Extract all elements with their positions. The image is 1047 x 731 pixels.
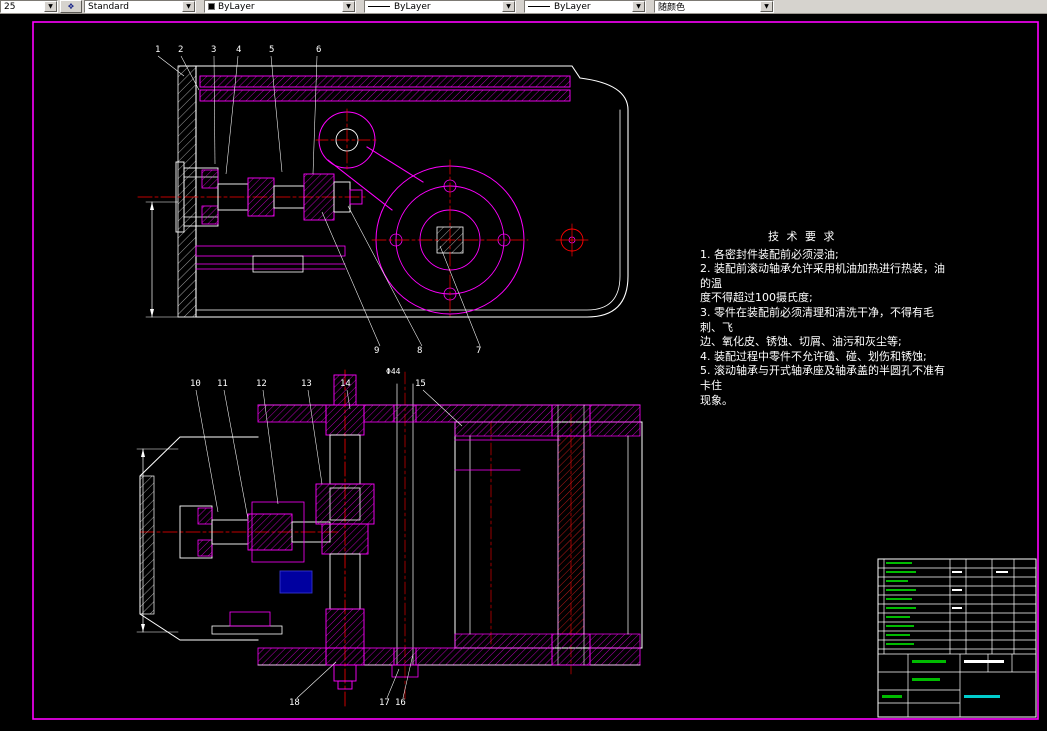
tech-req-line: 3. 零件在装配前必须清理和清洗干净，不得有毛刺、飞 — [700, 306, 950, 335]
callout-13: 13 — [301, 379, 312, 389]
style-dropdown[interactable]: Standard ▼ — [84, 0, 196, 13]
style-value: Standard — [88, 2, 129, 12]
top-toolbar: 25 ▼ ❖ Standard ▼ ByLayer ▼ ByLayer ▼ By… — [0, 0, 1047, 14]
color-dropdown[interactable]: ByLayer ▼ — [204, 0, 356, 13]
title-block — [878, 559, 1036, 717]
color-value: ByLayer — [218, 2, 255, 12]
chevron-down-icon[interactable]: ▼ — [44, 1, 57, 12]
callout-7: 7 — [476, 346, 481, 356]
tech-req-line: 边、氧化皮、锈蚀、切屑、油污和灰尘等; — [700, 335, 950, 350]
plot-style-dropdown[interactable]: 随颜色 ▼ — [654, 0, 774, 13]
linetype-sample-icon — [368, 6, 390, 7]
lineweight-value: ByLayer — [554, 2, 591, 12]
history-value: 25 — [4, 2, 15, 12]
tech-req-line: 2. 装配前滚动轴承允许采用机油加热进行热装，油的温 — [700, 262, 950, 291]
tech-requirements: 技 术 要 求 1. 各密封件装配前必须浸油; 2. 装配前滚动轴承允许采用机油… — [700, 230, 950, 408]
callout-2: 2 — [178, 45, 183, 55]
tech-req-line: 5. 滚动轴承与开式轴承座及轴承盖的半圆孔不准有卡住 — [700, 364, 950, 393]
layer-tool-icon: ❖ — [67, 2, 74, 11]
callout-9: 9 — [374, 346, 379, 356]
chevron-down-icon[interactable]: ▼ — [182, 1, 195, 12]
callout-10: 10 — [190, 379, 201, 389]
callout-15: 15 — [415, 379, 426, 389]
linetype-value: ByLayer — [394, 2, 431, 12]
tech-req-line: 度不得超过100摄氏度; — [700, 291, 950, 306]
history-dropdown[interactable]: 25 ▼ — [0, 0, 58, 13]
tech-req-line: 4. 装配过程中零件不允许磕、碰、划伤和锈蚀; — [700, 350, 950, 365]
plot-style-value: 随颜色 — [658, 0, 685, 13]
callout-4: 4 — [236, 45, 241, 55]
layer-tool-button[interactable]: ❖ — [60, 0, 82, 13]
chevron-down-icon[interactable]: ▼ — [632, 1, 645, 12]
callout-1: 1 — [155, 45, 160, 55]
linetype-dropdown[interactable]: ByLayer ▼ — [364, 0, 516, 13]
lineweight-dropdown[interactable]: ByLayer ▼ — [524, 0, 646, 13]
bottom-view-linework — [137, 370, 642, 706]
callout-18: 18 — [289, 698, 300, 708]
chevron-down-icon[interactable]: ▼ — [760, 1, 773, 12]
tech-req-line: 1. 各密封件装配前必须浸油; — [700, 248, 950, 263]
color-swatch-icon — [208, 3, 215, 10]
callout-5: 5 — [269, 45, 274, 55]
chevron-down-icon[interactable]: ▼ — [342, 1, 355, 12]
callout-3: 3 — [211, 45, 216, 55]
callout-11: 11 — [217, 379, 228, 389]
lineweight-sample-icon — [528, 6, 550, 7]
tech-requirements-title: 技 术 要 求 — [768, 230, 950, 245]
callout-8: 8 — [417, 346, 422, 356]
callout-12: 12 — [256, 379, 267, 389]
dim-label: Φ44 — [386, 367, 401, 376]
callout-17: 17 — [379, 698, 390, 708]
callout-6: 6 — [316, 45, 321, 55]
chevron-down-icon[interactable]: ▼ — [502, 1, 515, 12]
callout-16: 16 — [395, 698, 406, 708]
tech-req-line: 现象。 — [700, 394, 950, 409]
top-view-linework — [138, 66, 628, 317]
callout-14: 14 — [340, 379, 351, 389]
